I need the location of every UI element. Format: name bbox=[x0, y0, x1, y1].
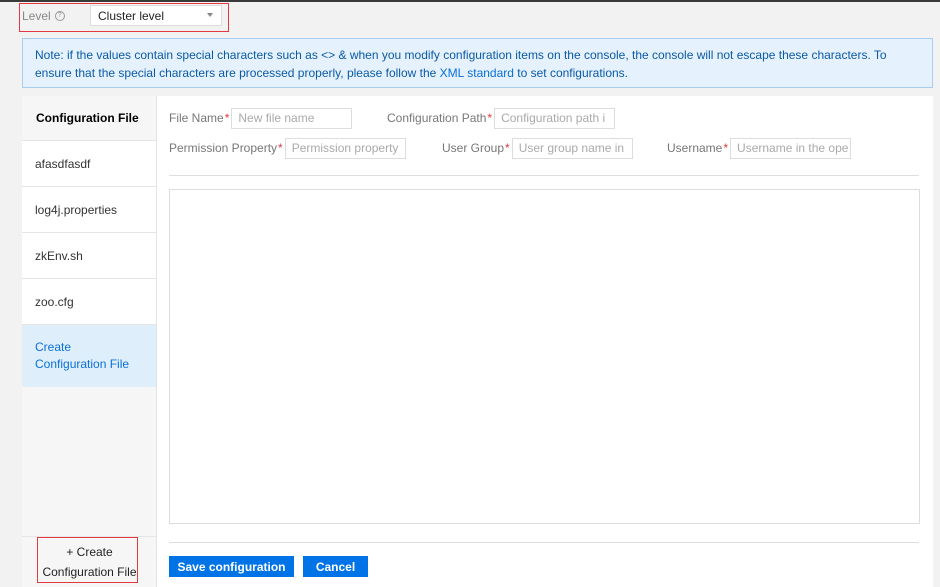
cancel-button[interactable]: Cancel bbox=[303, 556, 368, 577]
highlight-box-create bbox=[37, 537, 138, 583]
top-border bbox=[0, 0, 940, 2]
form-divider bbox=[169, 175, 919, 176]
required-mark: * bbox=[505, 141, 510, 155]
sidebar-item-label: Create Configuration File bbox=[35, 339, 129, 373]
sidebar-item-label-line1: Create bbox=[35, 340, 72, 354]
file-name-field: File Name * New file name bbox=[169, 107, 353, 129]
save-configuration-button[interactable]: Save configuration bbox=[169, 556, 294, 577]
config-path-label: Configuration Path bbox=[387, 111, 487, 125]
user-group-field: User Group * User group name in bbox=[442, 137, 633, 159]
sidebar-item-label: log4j.properties bbox=[35, 202, 118, 217]
config-content-editor[interactable] bbox=[169, 189, 920, 524]
config-panel: Configuration File afasdfasdf log4j.prop… bbox=[22, 96, 933, 587]
sidebar-item-label-line2: Configuration File bbox=[35, 357, 130, 371]
username-label: Username bbox=[667, 141, 723, 155]
user-group-label: User Group bbox=[442, 141, 505, 155]
file-name-input[interactable]: New file name bbox=[231, 107, 353, 129]
config-path-field: Configuration Path * Configuration path … bbox=[387, 107, 616, 129]
sidebar-item-zkenv-sh[interactable]: zkEnv.sh bbox=[22, 232, 156, 278]
permission-field: Permission Property * Permission propert… bbox=[169, 137, 406, 159]
sidebar-item-zoo-cfg[interactable]: zoo.cfg bbox=[22, 278, 156, 324]
xml-standard-link[interactable]: XML standard bbox=[440, 66, 514, 80]
required-mark: * bbox=[224, 111, 230, 125]
sidebar-item-log4j-properties[interactable]: log4j.properties bbox=[22, 186, 156, 232]
permission-input[interactable]: Permission property bbox=[284, 137, 406, 159]
required-mark: * bbox=[723, 141, 729, 155]
file-name-label: File Name bbox=[169, 111, 224, 125]
user-group-input[interactable]: User group name in bbox=[511, 137, 633, 159]
username-field: Username * Username in the ope bbox=[667, 137, 852, 159]
notice-banner: Note: if the values contain special char… bbox=[22, 38, 933, 88]
sidebar-item-label: afasdfasdf bbox=[35, 156, 91, 171]
sidebar-item-create-configuration-file[interactable]: Create Configuration File bbox=[22, 324, 156, 387]
permission-label: Permission Property bbox=[169, 141, 278, 155]
required-mark: * bbox=[278, 141, 283, 155]
sidebar-title: Configuration File bbox=[36, 111, 139, 125]
highlight-box-level bbox=[19, 3, 229, 32]
sidebar-item-label: zkEnv.sh bbox=[35, 248, 83, 263]
sidebar-item-afasdfasdf[interactable]: afasdfasdf bbox=[22, 140, 156, 186]
username-input[interactable]: Username in the ope bbox=[730, 137, 852, 159]
footer-divider bbox=[169, 542, 919, 543]
required-mark: * bbox=[487, 111, 493, 125]
config-file-sidebar: Configuration File afasdfasdf log4j.prop… bbox=[22, 96, 157, 587]
config-path-input[interactable]: Configuration path i bbox=[494, 107, 616, 129]
sidebar-item-label: zoo.cfg bbox=[35, 294, 74, 309]
notice-text-end: to set configurations. bbox=[513, 66, 629, 80]
